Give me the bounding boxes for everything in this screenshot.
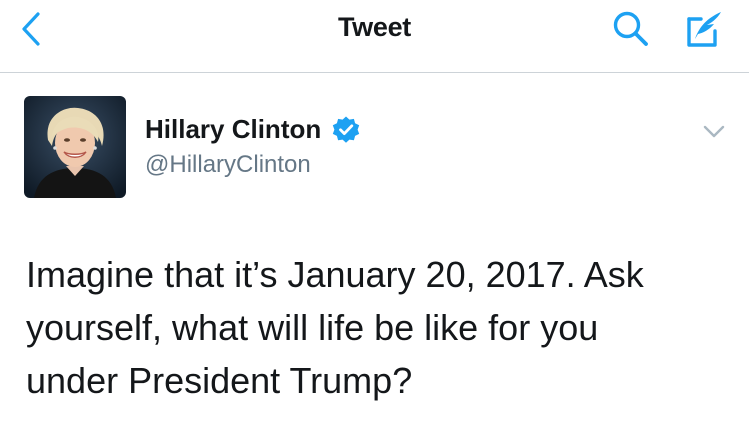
author-name[interactable]: Hillary Clinton	[145, 114, 361, 145]
verified-badge-icon	[331, 115, 361, 145]
compose-tweet-button[interactable]	[676, 2, 730, 56]
author-avatar[interactable]	[24, 96, 126, 198]
avatar-photo	[24, 96, 126, 198]
tweet-options-button[interactable]	[700, 118, 728, 146]
author-name-text: Hillary Clinton	[145, 114, 322, 144]
top-navigation-bar: Tweet	[0, 0, 749, 73]
search-icon	[613, 11, 648, 46]
search-button[interactable]	[606, 4, 656, 54]
tweet-text: Imagine that it’s January 20, 2017. Ask …	[26, 254, 644, 401]
chevron-down-icon	[703, 125, 725, 138]
compose-tweet-icon	[687, 12, 721, 47]
author-handle[interactable]: @HillaryClinton	[145, 151, 311, 179]
